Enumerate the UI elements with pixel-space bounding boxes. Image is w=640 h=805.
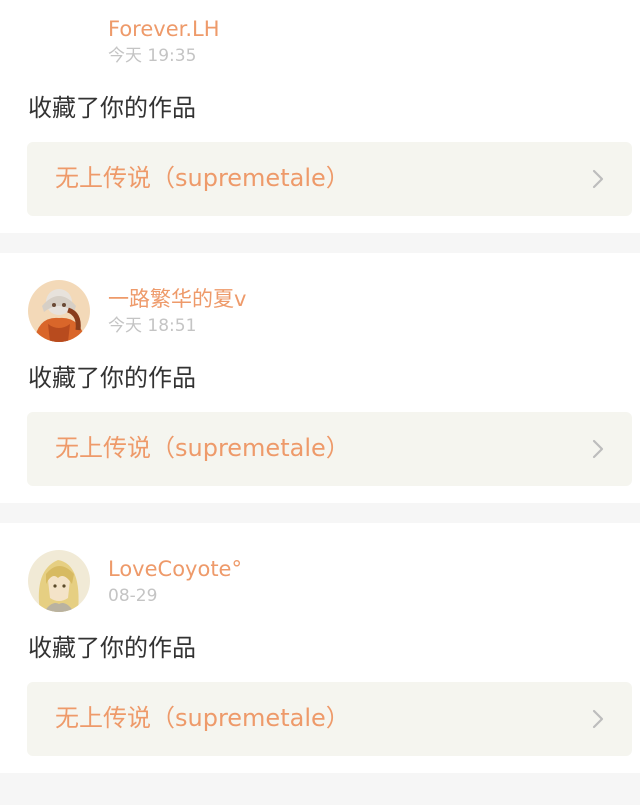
notification-card: LoveCoyote° 08-29 收藏了你的作品 无上传说（supremeta… — [0, 523, 640, 773]
chevron-right-icon — [592, 439, 604, 459]
avatar[interactable] — [28, 280, 90, 342]
work-title: 无上传说（supremetale） — [55, 434, 350, 462]
username[interactable]: 一路繁华的夏v — [108, 289, 246, 310]
chevron-right-icon — [592, 169, 604, 189]
work-title: 无上传说（supremetale） — [55, 164, 350, 192]
username[interactable]: Forever.LH — [108, 19, 220, 40]
chevron-right-icon — [592, 709, 604, 729]
work-link[interactable]: 无上传说（supremetale） — [27, 142, 632, 216]
username[interactable]: LoveCoyote° — [108, 559, 242, 580]
action-text: 收藏了你的作品 — [28, 364, 196, 392]
avatar[interactable] — [28, 0, 90, 61]
avatar[interactable] — [28, 550, 90, 612]
timestamp: 08-29 — [108, 586, 158, 606]
notification-card: 一路繁华的夏v 今天 18:51 收藏了你的作品 无上传说（supremetal… — [0, 253, 640, 503]
notification-feed: Forever.LH 今天 19:35 收藏了你的作品 无上传说（supreme… — [0, 0, 640, 805]
work-link[interactable]: 无上传说（supremetale） — [27, 412, 632, 486]
action-text: 收藏了你的作品 — [28, 634, 196, 662]
work-title: 无上传说（supremetale） — [55, 704, 350, 732]
timestamp: 今天 18:51 — [108, 316, 197, 336]
work-link[interactable]: 无上传说（supremetale） — [27, 682, 632, 756]
timestamp: 今天 19:35 — [108, 46, 197, 66]
notification-card: Forever.LH 今天 19:35 收藏了你的作品 无上传说（supreme… — [0, 0, 640, 233]
action-text: 收藏了你的作品 — [28, 94, 196, 122]
